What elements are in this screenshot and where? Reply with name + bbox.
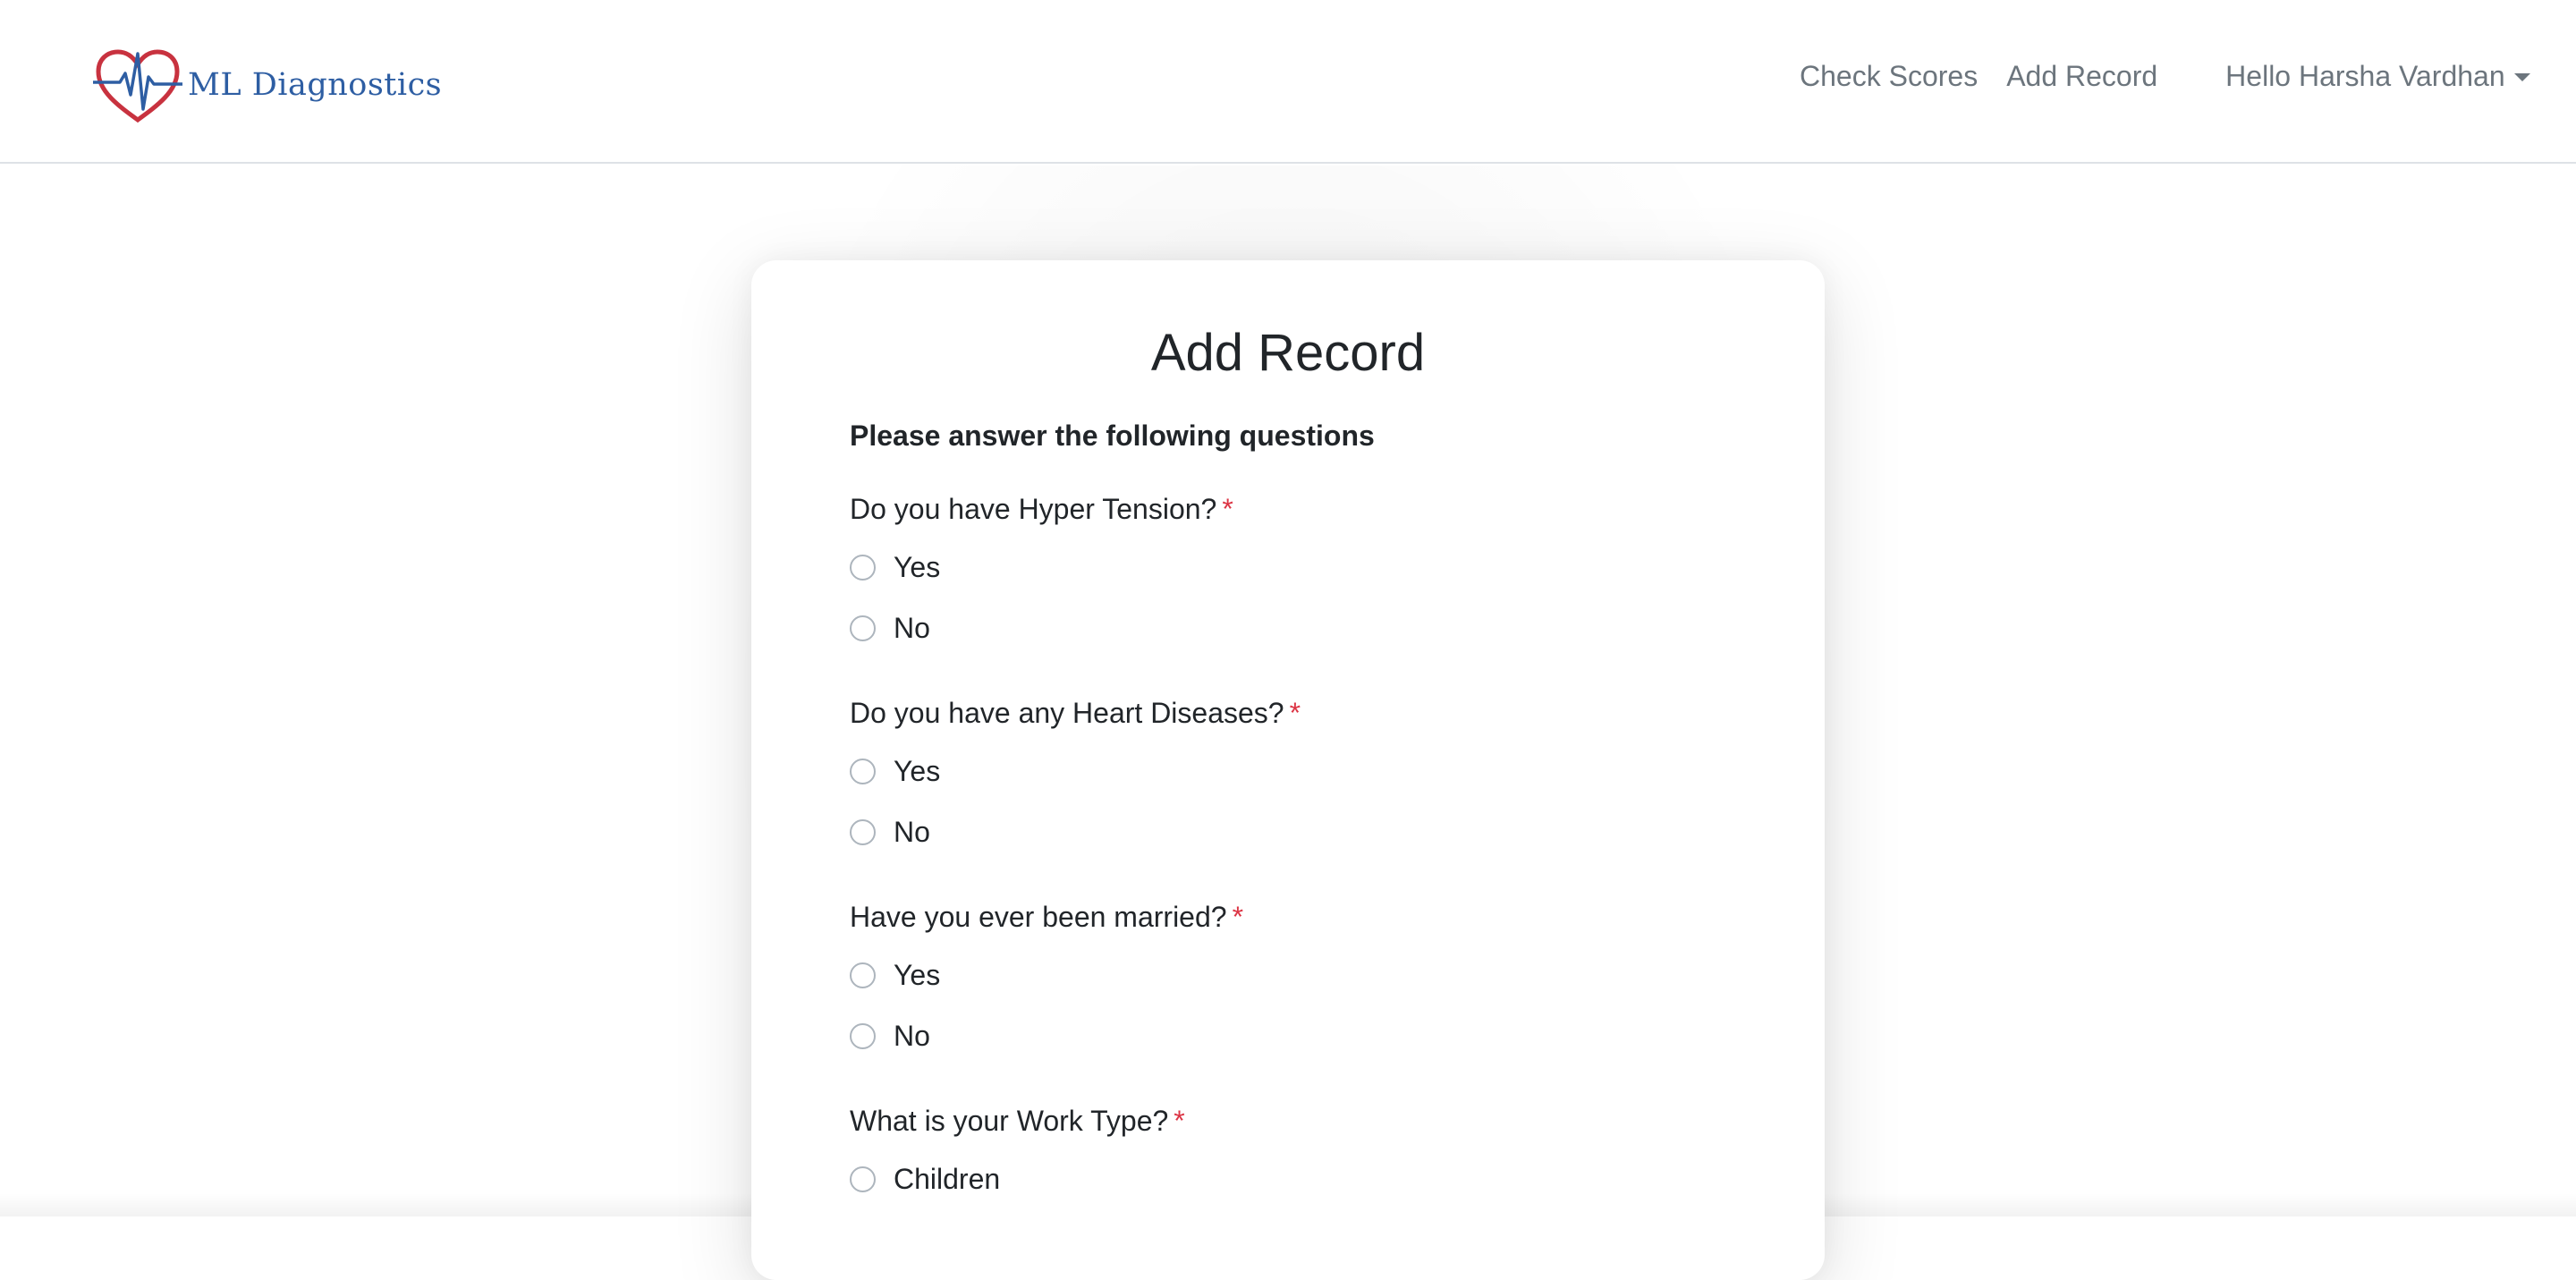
brand-link[interactable]: ML Diagnostics xyxy=(93,47,442,123)
question-label: Do you have any Heart Diseases? xyxy=(850,697,1284,729)
user-menu-dropdown[interactable]: Hello Harsha Vardhan xyxy=(2225,60,2529,93)
question-label: Have you ever been married? xyxy=(850,901,1227,933)
question-label: Do you have Hyper Tension? xyxy=(850,493,1216,525)
radio-button[interactable] xyxy=(850,759,876,784)
option-label: Children xyxy=(894,1163,1000,1196)
page-title: Add Record xyxy=(751,323,1825,383)
option-label: No xyxy=(894,1020,930,1053)
required-asterisk: * xyxy=(1233,901,1243,933)
required-asterisk: * xyxy=(1222,493,1233,525)
top-navbar: ML Diagnostics Check Scores Add Record H… xyxy=(0,0,2576,164)
nav-check-scores[interactable]: Check Scores xyxy=(1800,60,1978,93)
radio-married-no[interactable]: No xyxy=(850,1020,930,1053)
brand-name: ML Diagnostics xyxy=(188,67,442,103)
option-label: No xyxy=(894,612,930,645)
nav-links: Check Scores Add Record Hello Harsha Var… xyxy=(1800,60,2530,93)
radio-hypertension-no[interactable]: No xyxy=(850,612,930,645)
option-label: Yes xyxy=(894,551,940,584)
option-label: Yes xyxy=(894,959,940,992)
form-intro: Please answer the following questions xyxy=(850,420,1375,453)
radio-button[interactable] xyxy=(850,819,876,845)
radio-button[interactable] xyxy=(850,555,876,581)
radio-button[interactable] xyxy=(850,615,876,641)
question-label: What is your Work Type? xyxy=(850,1105,1168,1137)
question-work-type: What is your Work Type?* xyxy=(850,1105,1185,1138)
radio-married-yes[interactable]: Yes xyxy=(850,959,940,992)
required-asterisk: * xyxy=(1290,697,1301,729)
radio-button[interactable] xyxy=(850,1023,876,1049)
option-label: Yes xyxy=(894,755,940,788)
required-asterisk: * xyxy=(1174,1105,1184,1137)
nav-add-record[interactable]: Add Record xyxy=(2006,60,2157,93)
add-record-card: Add Record Please answer the following q… xyxy=(751,260,1825,1280)
radio-button[interactable] xyxy=(850,1166,876,1192)
radio-hypertension-yes[interactable]: Yes xyxy=(850,551,940,584)
question-heart-disease: Do you have any Heart Diseases?* xyxy=(850,697,1301,730)
caret-down-icon xyxy=(2514,73,2530,81)
option-label: No xyxy=(894,816,930,849)
radio-heart-disease-no[interactable]: No xyxy=(850,816,930,849)
heart-ecg-logo-icon xyxy=(93,47,182,123)
radio-button[interactable] xyxy=(850,962,876,988)
radio-heart-disease-yes[interactable]: Yes xyxy=(850,755,940,788)
question-married: Have you ever been married?* xyxy=(850,901,1243,934)
user-greeting: Hello Harsha Vardhan xyxy=(2225,60,2504,93)
question-hypertension: Do you have Hyper Tension?* xyxy=(850,493,1233,526)
radio-work-type-children[interactable]: Children xyxy=(850,1163,1000,1196)
